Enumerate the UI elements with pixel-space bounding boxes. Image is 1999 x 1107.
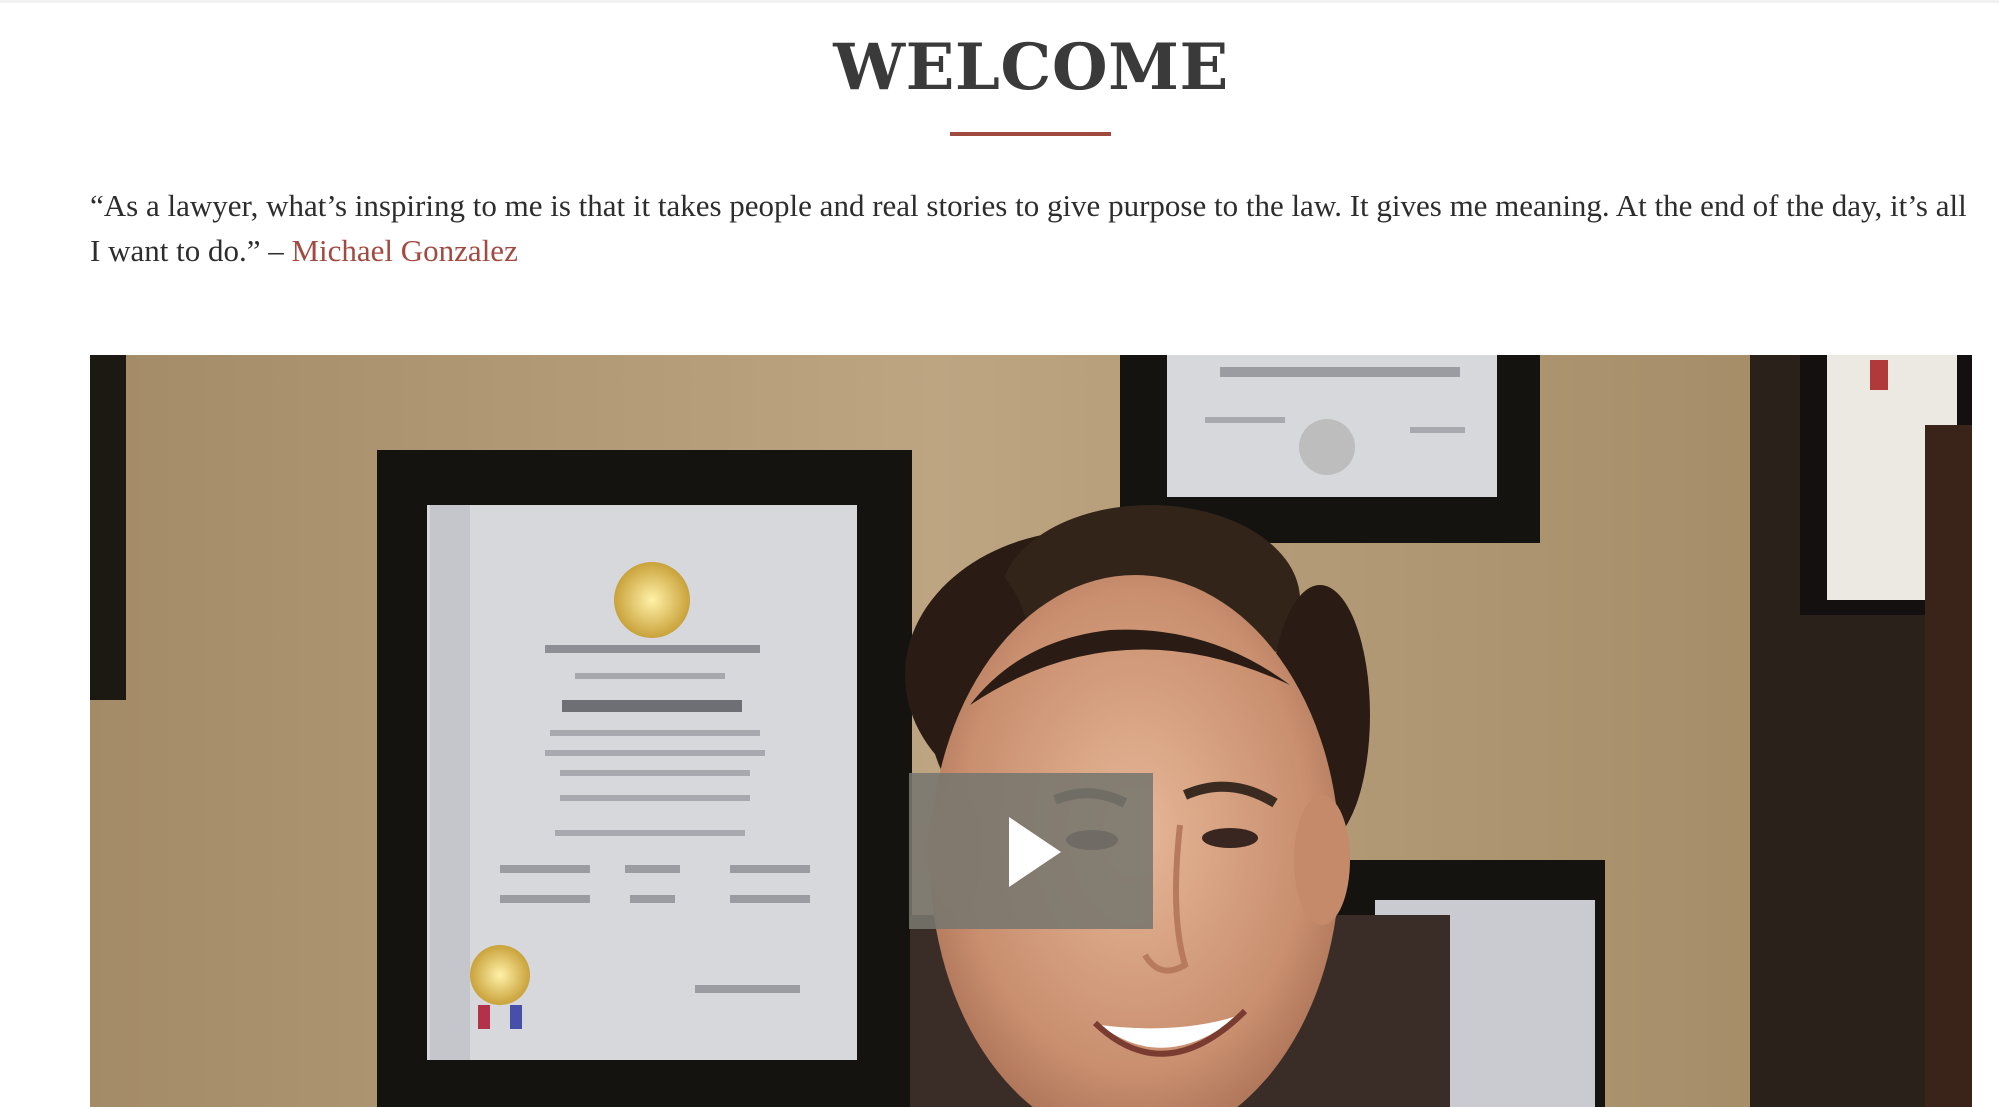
- title-divider: [950, 132, 1111, 136]
- page: WELCOME “As a lawyer, what’s inspiring t…: [0, 0, 1999, 1107]
- video-thumbnail: [90, 355, 1972, 1107]
- top-border: [0, 0, 1999, 3]
- section-title: WELCOME: [833, 30, 1229, 105]
- play-icon: [1009, 817, 1061, 887]
- video-player[interactable]: [90, 355, 1972, 1107]
- play-button[interactable]: [909, 773, 1153, 929]
- welcome-quote: “As a lawyer, what’s inspiring to me is …: [90, 183, 1980, 273]
- quote-author-link[interactable]: Michael Gonzalez: [291, 233, 517, 268]
